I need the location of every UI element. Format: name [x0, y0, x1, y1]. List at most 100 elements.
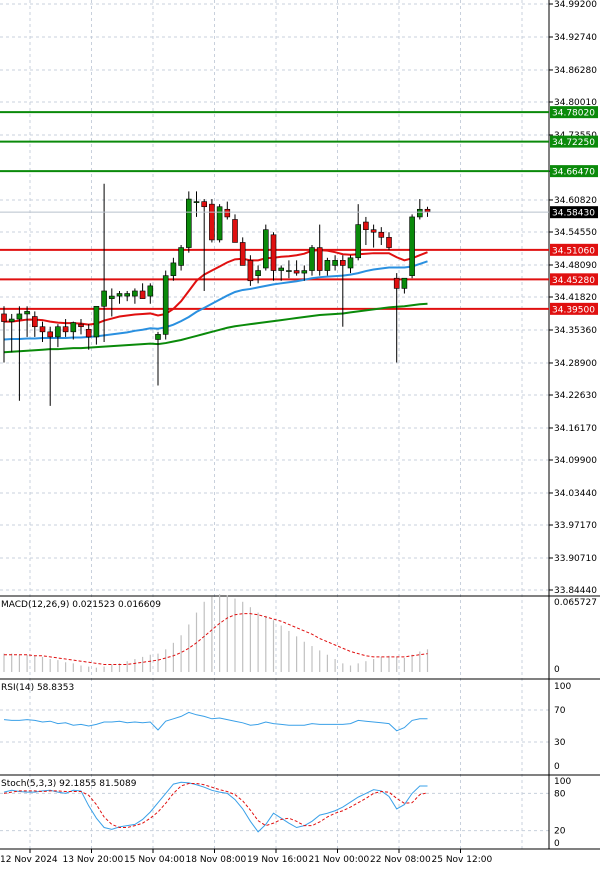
ma-red-line — [4, 249, 428, 326]
candle-body — [31, 316, 38, 328]
candle-body — [255, 270, 261, 276]
candle-body — [293, 270, 300, 274]
candle-body — [55, 326, 61, 338]
rsi-axis-label: 70 — [554, 706, 566, 716]
candle-body — [186, 198, 192, 248]
time-tick-label: 21 Nov 00:00 — [309, 855, 370, 865]
stoch-d-line — [3, 782, 428, 828]
candle-body — [232, 219, 238, 243]
rsi-axis-label: 0 — [554, 762, 560, 772]
candle-body — [1, 313, 7, 322]
time-tick-label: 12 Nov 2024 — [0, 855, 58, 865]
price-tick-label: 34.35360 — [554, 326, 597, 336]
rsi-line — [3, 711, 428, 732]
level-label: 34.45280 — [552, 276, 595, 286]
candle-body — [47, 331, 54, 338]
candle-body — [124, 293, 130, 297]
price-tick-label: 34.16170 — [554, 424, 597, 434]
candle-body — [132, 290, 138, 297]
candle-body — [224, 208, 231, 218]
price-tick-label: 34.03440 — [554, 489, 597, 499]
price-tick-label: 33.90710 — [554, 554, 597, 564]
level-label: 34.72250 — [552, 138, 595, 148]
price-tick-label: 34.22630 — [554, 391, 597, 401]
candle-body — [262, 229, 269, 269]
macd-axis-label: 0.065727 — [554, 598, 597, 608]
candle-body — [424, 208, 431, 213]
price-tick-label: 34.60820 — [554, 196, 597, 206]
price-tick-label: 34.09900 — [554, 456, 597, 466]
candle-body — [332, 260, 338, 266]
candle-body — [363, 221, 369, 230]
stoch-label: Stoch(5,3,3) 92.1855 81.5089 — [1, 779, 137, 789]
time-tick-label: 18 Nov 08:00 — [186, 855, 247, 865]
candle-body — [109, 295, 115, 299]
candle-body — [270, 234, 277, 271]
rsi-axis-label: 30 — [554, 738, 566, 748]
candle-body — [393, 277, 400, 289]
candle-body — [139, 290, 146, 299]
level-label: 34.66470 — [552, 168, 595, 178]
stoch-axis-label: 0 — [554, 839, 560, 849]
time-tick-label: 19 Nov 16:00 — [247, 855, 308, 865]
candle-body — [239, 242, 246, 266]
price-tick-label: 34.86280 — [554, 66, 597, 76]
candle-body — [416, 208, 423, 218]
candle-body — [339, 260, 346, 266]
candle-body — [62, 326, 69, 333]
candle-body — [209, 203, 215, 241]
candle-body — [355, 224, 362, 259]
price-tick-label: 34.48090 — [554, 261, 597, 271]
rsi-axis-label: 100 — [554, 682, 571, 692]
macd-label: MACD(12,26,9) 0.021523 0.016609 — [1, 600, 161, 610]
candle-body — [378, 231, 385, 238]
time-tick-label: 25 Nov 12:00 — [432, 855, 493, 865]
candle-body — [386, 237, 392, 248]
candle-body — [8, 318, 15, 322]
candle-body — [116, 293, 123, 297]
level-label: 34.78020 — [552, 109, 595, 119]
candle-body — [155, 334, 161, 340]
candle-body — [316, 247, 323, 271]
candle-body — [347, 257, 354, 269]
candle-body — [286, 270, 292, 272]
price-tick-label: 34.54550 — [554, 228, 597, 238]
stoch-k-line — [3, 781, 428, 833]
price-tick-label: 33.97170 — [554, 521, 597, 531]
stoch-axis-label: 20 — [554, 827, 566, 837]
grid — [0, 0, 549, 849]
candle-body — [247, 260, 254, 282]
panel-frames — [0, 0, 600, 850]
candle-body — [162, 275, 169, 335]
stoch-axis-label: 80 — [554, 789, 566, 799]
candle-body — [278, 267, 285, 271]
time-tick-label: 22 Nov 08:00 — [370, 855, 431, 865]
rsi-label: RSI(14) 58.8353 — [1, 683, 74, 693]
candle-body — [101, 290, 107, 307]
price-tick-label: 34.41820 — [554, 293, 597, 303]
candle-body — [201, 201, 207, 208]
candle-body — [309, 247, 315, 271]
candle-body — [78, 323, 84, 328]
price-tick-label: 33.84440 — [554, 586, 597, 596]
macd-axis-label: 0 — [554, 665, 560, 675]
price-panel — [0, 111, 549, 406]
candle-body — [16, 313, 23, 320]
trading-chart: MACD(12,26,9) 0.021523 0.016609 RSI(14) … — [0, 0, 600, 865]
price-tick-label: 34.28900 — [554, 359, 597, 369]
current-price-label: 34.58430 — [552, 209, 595, 219]
level-label: 34.39500 — [552, 305, 595, 315]
time-tick-label: 15 Nov 04:00 — [124, 855, 185, 865]
candle-body — [193, 201, 200, 203]
price-tick-label: 34.92740 — [554, 33, 597, 43]
candle-body — [93, 305, 100, 338]
macd-signal-line — [4, 613, 428, 665]
candle-body — [24, 311, 30, 315]
candle-body — [301, 270, 308, 274]
candle-body — [178, 247, 184, 266]
price-tick-label: 34.99200 — [554, 0, 597, 10]
candle-body — [409, 216, 415, 276]
candle-body — [401, 277, 408, 289]
candle-body — [39, 326, 46, 333]
time-tick-label: 13 Nov 20:00 — [63, 855, 124, 865]
